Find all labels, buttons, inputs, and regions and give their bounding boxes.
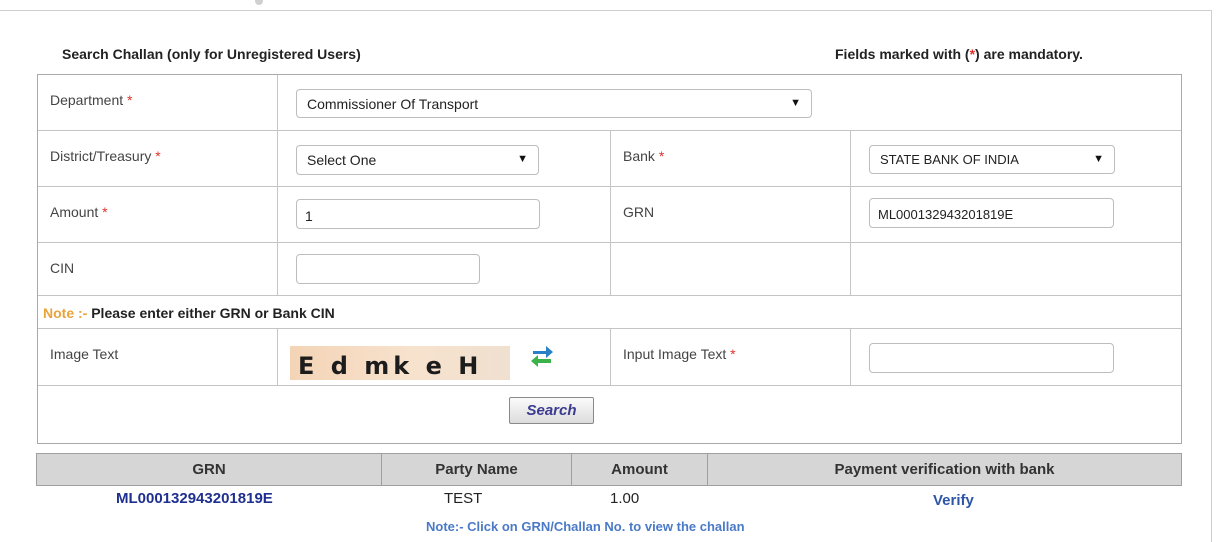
input-image-text-label-text: Input Image Text (623, 346, 727, 362)
chevron-down-icon: ▼ (1093, 153, 1104, 165)
bank-selected-value: STATE BANK OF INDIA (880, 152, 1019, 167)
note-key: Note :- (43, 305, 88, 321)
chevron-down-icon: ▼ (517, 153, 528, 165)
page-title: Search Challan (only for Unregistered Us… (62, 46, 361, 62)
department-label-text: Department (50, 92, 124, 108)
cin-label: CIN (50, 260, 75, 276)
department-selected-value: Commissioner Of Transport (307, 96, 479, 112)
column-header-payment-verification: Payment verification with bank (707, 453, 1182, 486)
district-select[interactable]: Select One ▼ (296, 145, 539, 175)
page-top-border (0, 0, 1212, 11)
amount-value: 1.00 (610, 490, 640, 507)
bank-select[interactable]: STATE BANK OF INDIA ▼ (869, 145, 1115, 174)
department-label: Department * (50, 92, 133, 108)
column-header-amount: Amount (571, 453, 708, 486)
bank-required: * (658, 148, 665, 164)
amount-label-text: Amount (50, 204, 99, 220)
district-selected-value: Select One (307, 152, 377, 168)
party-name-value: TEST (444, 490, 483, 507)
bank-label: Bank * (623, 148, 664, 164)
amount-input[interactable]: 1 (296, 199, 540, 229)
column-header-grn: GRN (36, 453, 382, 486)
image-text-label: Image Text (50, 346, 119, 362)
department-required: * (127, 92, 133, 108)
input-image-text-label: Input Image Text * (623, 346, 736, 362)
page-right-border (1211, 10, 1212, 542)
mandatory-hint: Fields marked with (*) are mandatory. (835, 46, 1083, 62)
district-label-text: District/Treasury (50, 148, 152, 164)
refresh-icon[interactable] (527, 340, 557, 370)
mandatory-prefix: Fields marked with ( (835, 46, 970, 62)
district-required: * (155, 148, 161, 164)
grn-challan-link[interactable]: ML000132943201819E (116, 490, 273, 507)
district-label: District/Treasury * (50, 148, 161, 164)
grn-input[interactable]: ML000132943201819E (869, 198, 1114, 228)
captcha-image: E d mk e H (290, 346, 510, 380)
empty-label-cell (611, 243, 851, 296)
grn-label: GRN (623, 204, 655, 220)
search-button[interactable]: Search (509, 397, 594, 424)
form-note: Note :- Please enter either GRN or Bank … (43, 305, 335, 321)
column-header-party-name: Party Name (381, 453, 572, 486)
verify-link[interactable]: Verify (933, 492, 974, 509)
input-image-required: * (730, 346, 736, 362)
cin-input[interactable] (296, 254, 480, 284)
chevron-down-icon: ▼ (790, 97, 801, 109)
results-note: Note:- Click on GRN/Challan No. to view … (426, 519, 745, 534)
input-image-text-field[interactable] (869, 343, 1114, 373)
bank-label-text: Bank (623, 148, 655, 164)
empty-input-cell (851, 243, 1181, 296)
note-text: Please enter either GRN or Bank CIN (87, 305, 335, 321)
amount-label: Amount * (50, 204, 108, 220)
mandatory-suffix: ) are mandatory. (975, 46, 1083, 62)
amount-required: * (102, 204, 108, 220)
department-select[interactable]: Commissioner Of Transport ▼ (296, 89, 812, 118)
